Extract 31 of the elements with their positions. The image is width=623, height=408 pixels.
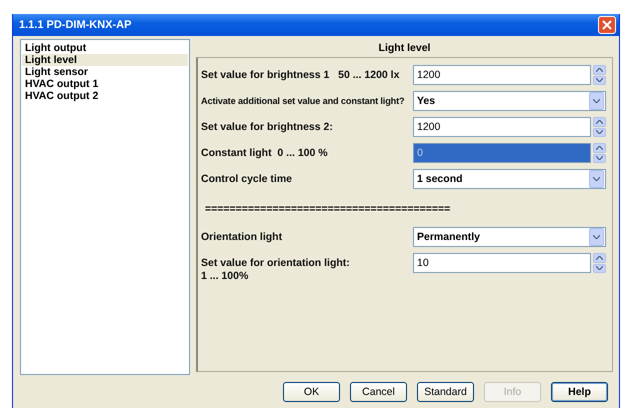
dropdown-field[interactable]: Permanently — [413, 227, 606, 247]
dialog-button[interactable]: OK — [283, 382, 340, 402]
sidebar-item[interactable]: Light sensor — [22, 66, 188, 78]
parameter-label: Orientation light — [201, 230, 284, 244]
sidebar-item[interactable]: HVAC output 1 — [22, 78, 188, 90]
sidebar-item[interactable]: Light level — [22, 54, 188, 66]
parameter-label: Constant light 0 ... 100 % — [201, 146, 329, 160]
close-button[interactable] — [598, 16, 616, 34]
dialog-button[interactable]: Cancel — [350, 382, 407, 402]
spinner-icon[interactable] — [593, 253, 606, 273]
spin-field[interactable]: 10 — [413, 253, 591, 273]
parameter-label: Set value for orientation light: 1 ... 100% — [201, 256, 351, 283]
dialog-button[interactable]: Standard — [417, 382, 474, 402]
sidebar-item[interactable]: HVAC output 2 — [22, 90, 188, 102]
dialog-button[interactable]: Help — [551, 382, 608, 402]
spin-field[interactable]: 1200 — [413, 65, 591, 85]
spin-field[interactable]: 1200 — [413, 117, 591, 137]
panel-title: Light level — [378, 41, 432, 56]
parameter-label: Set value for brightness 1 50 ... 1200 lx — [201, 68, 400, 82]
separator-line: ======================================== — [204, 202, 452, 217]
spinner-icon[interactable] — [593, 65, 606, 85]
spinner-icon[interactable] — [593, 117, 606, 137]
spinner-icon[interactable] — [593, 143, 606, 163]
parameter-label: Control cycle time — [201, 172, 294, 186]
sidebar-item[interactable]: Light output — [22, 42, 188, 54]
window-title: 1.1.1 PD-DIM-KNX-AP — [19, 19, 132, 31]
dropdown-field[interactable]: Yes — [413, 91, 606, 111]
parameter-label: Set value for brightness 2: — [201, 120, 334, 134]
close-icon — [602, 20, 612, 30]
parameter-label: Activate additional set value and constant light? — [201, 95, 406, 108]
dropdown-field[interactable]: 1 second — [413, 169, 606, 189]
